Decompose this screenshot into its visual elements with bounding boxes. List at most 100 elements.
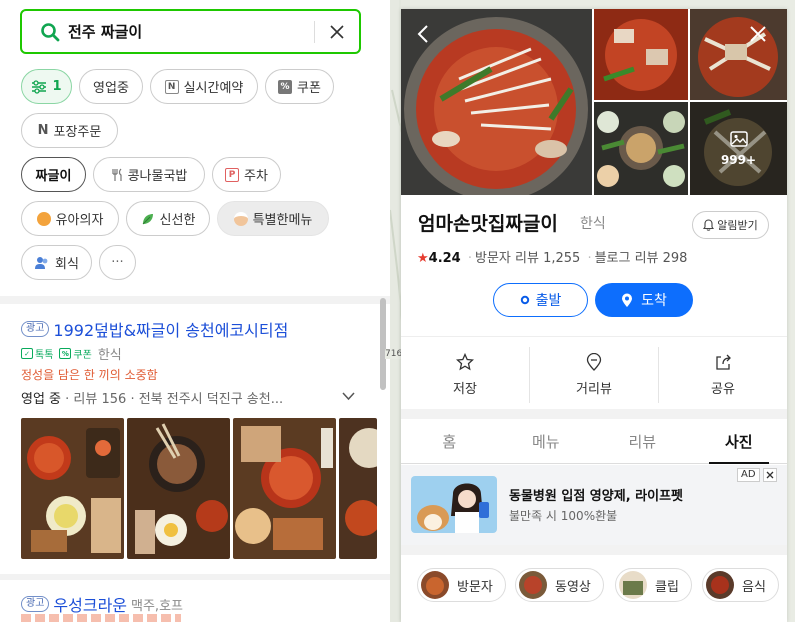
people-icon (34, 256, 50, 270)
search-results-panel: 전주 짜글이 1 영업중 N 실시간예약 % 쿠폰 N 포장주문 짜글이 콩나물… (0, 0, 390, 622)
mood-special-menu[interactable]: 특별한메뉴 (217, 201, 329, 236)
chef-icon (233, 211, 248, 226)
result-title-2[interactable]: 광고 우성크라운 맥주,호프 (21, 592, 183, 616)
place-rating: ★4.24 · 방문자 리뷰 1,255 · 블로그 리뷰 298 (417, 251, 688, 266)
more-photos-overlay[interactable]: 999+ (690, 102, 787, 195)
filter-takeout[interactable]: N 포장주문 (21, 113, 118, 148)
coupon-icon-small: % (59, 348, 72, 359)
section-divider (0, 574, 390, 580)
share-label: 공유 (711, 382, 735, 397)
rating-score: 4.24 (428, 251, 461, 266)
save-label: 저장 (453, 382, 477, 397)
place-photo[interactable] (594, 9, 688, 100)
keyword-jjageuli[interactable]: 짜글이 (21, 157, 86, 192)
back-arrow-icon[interactable] (415, 25, 433, 43)
map-pin-outline-icon (586, 353, 602, 371)
location-pin-icon (622, 293, 633, 307)
photo-filter-video-label: 동영상 (555, 579, 591, 595)
section-divider (0, 296, 390, 304)
close-icon (330, 24, 344, 39)
talk-icon: ✓ (21, 348, 33, 359)
photo-filter-visitor[interactable]: 방문자 (417, 568, 506, 602)
ad-banner[interactable]: 동물병원 입점 영양제, 라이프펫 불만족 시 100%환불 AD (401, 465, 787, 545)
origin-dot-icon (520, 295, 529, 305)
image-icon (729, 130, 748, 147)
keyword-jjageuli-label: 짜글이 (35, 169, 72, 184)
leaf-icon (141, 212, 155, 226)
calendar-icon: N (164, 79, 179, 94)
place-photo[interactable] (690, 9, 787, 100)
status-open: 영업 중 (21, 392, 62, 407)
place-tabs: 홈 메뉴 리뷰 사진 (401, 419, 787, 464)
tab-review[interactable]: 리뷰 (594, 419, 691, 463)
keyword-kongnamul-gukbap[interactable]: 콩나물국밥 (93, 157, 205, 192)
mood-gathering[interactable]: 회식 (21, 245, 92, 280)
sliders-icon (31, 79, 47, 94)
photo-filter-food-label: 음식 (742, 579, 766, 595)
filter-open-now-label: 영업중 (93, 81, 129, 96)
result-name-2[interactable]: 우성크라운 (53, 592, 127, 616)
tab-home[interactable]: 홈 (401, 419, 498, 463)
search-box[interactable]: 전주 짜글이 (20, 9, 361, 54)
street-view-label: 거리뷰 (576, 382, 612, 397)
arrival-button[interactable]: 도착 (595, 283, 693, 317)
result-promo-2-cutoff (21, 614, 181, 622)
blog-review-count[interactable]: 블로그 리뷰 298 (595, 251, 688, 266)
results-scrollbar[interactable] (380, 298, 386, 390)
utensils-icon (111, 168, 123, 182)
photo-filter-food[interactable]: 음식 (702, 568, 779, 602)
result-photos-1 (21, 418, 377, 559)
place-category: 한식 (580, 216, 606, 232)
notify-label: 알림받기 (717, 219, 758, 232)
filter-coupon[interactable]: % 쿠폰 (265, 69, 334, 104)
star-icon: ★ (417, 251, 429, 266)
departure-button[interactable]: 출발 (493, 283, 588, 317)
result-photo[interactable] (233, 418, 336, 559)
clear-search-button[interactable] (315, 11, 359, 52)
notify-button[interactable]: 알림받기 (692, 211, 769, 239)
filter-realtime-reservation[interactable]: N 실시간예약 (150, 69, 258, 104)
chevron-down-icon[interactable] (342, 392, 355, 401)
result-title-1[interactable]: 광고 1992덮밥&짜글이 송천에코시티점 (21, 317, 288, 341)
filter-coupon-label: 쿠폰 (297, 81, 321, 96)
section-gap (401, 409, 787, 419)
close-icon[interactable] (749, 25, 767, 43)
mood-special-menu-label: 특별한메뉴 (252, 213, 313, 228)
mood-fresh[interactable]: 신선한 (126, 201, 210, 236)
photo-filter-clip[interactable]: 클립 (615, 568, 692, 602)
ad-title: 동물병원 입점 영양제, 라이프펫 (509, 489, 683, 504)
ad-badge: 광고 (21, 321, 50, 337)
keyword-parking[interactable]: P 주차 (212, 157, 281, 192)
search-input[interactable]: 전주 짜글이 (68, 21, 314, 42)
visitor-review-count[interactable]: 방문자 리뷰 1,255 (475, 251, 580, 266)
mood-baby-chair-label: 유아의자 (55, 213, 104, 228)
filter-open-now[interactable]: 영업중 (79, 69, 143, 104)
result-name-1[interactable]: 1992덮밥&짜글이 송천에코시티점 (53, 317, 288, 341)
street-view-button[interactable]: 거리뷰 (530, 347, 659, 403)
share-button[interactable]: 공유 (659, 347, 787, 403)
ad-close-button[interactable] (763, 468, 777, 482)
result-photo[interactable] (21, 418, 124, 559)
result-category-1: 한식 (97, 348, 122, 363)
mood-fresh-label: 신선한 (159, 213, 196, 228)
tab-photo[interactable]: 사진 (691, 419, 788, 464)
save-button[interactable]: 저장 (401, 347, 530, 403)
mood-baby-chair[interactable]: 유아의자 (21, 201, 119, 236)
result-photo[interactable] (339, 418, 377, 559)
filter-takeout-label: 포장주문 (53, 125, 102, 140)
ad-label: AD (737, 468, 760, 482)
parking-icon: P (225, 167, 240, 182)
photo-filter-video[interactable]: 동영상 (515, 568, 604, 602)
tab-menu[interactable]: 메뉴 (498, 419, 595, 463)
share-icon (716, 354, 731, 370)
filter-settings-button[interactable]: 1 (21, 69, 72, 104)
result-photo[interactable] (127, 418, 230, 559)
coupon-icon: % (278, 79, 293, 94)
place-photo[interactable] (594, 102, 688, 195)
ad-subtitle: 불만족 시 100%환불 (509, 509, 618, 523)
result-category-2: 맥주,호프 (131, 598, 183, 614)
place-photo-grid[interactable]: 999+ (401, 9, 787, 195)
photo-count: 999+ (720, 152, 757, 167)
ad-image (411, 476, 497, 533)
more-filters-button[interactable]: ··· (99, 245, 136, 280)
